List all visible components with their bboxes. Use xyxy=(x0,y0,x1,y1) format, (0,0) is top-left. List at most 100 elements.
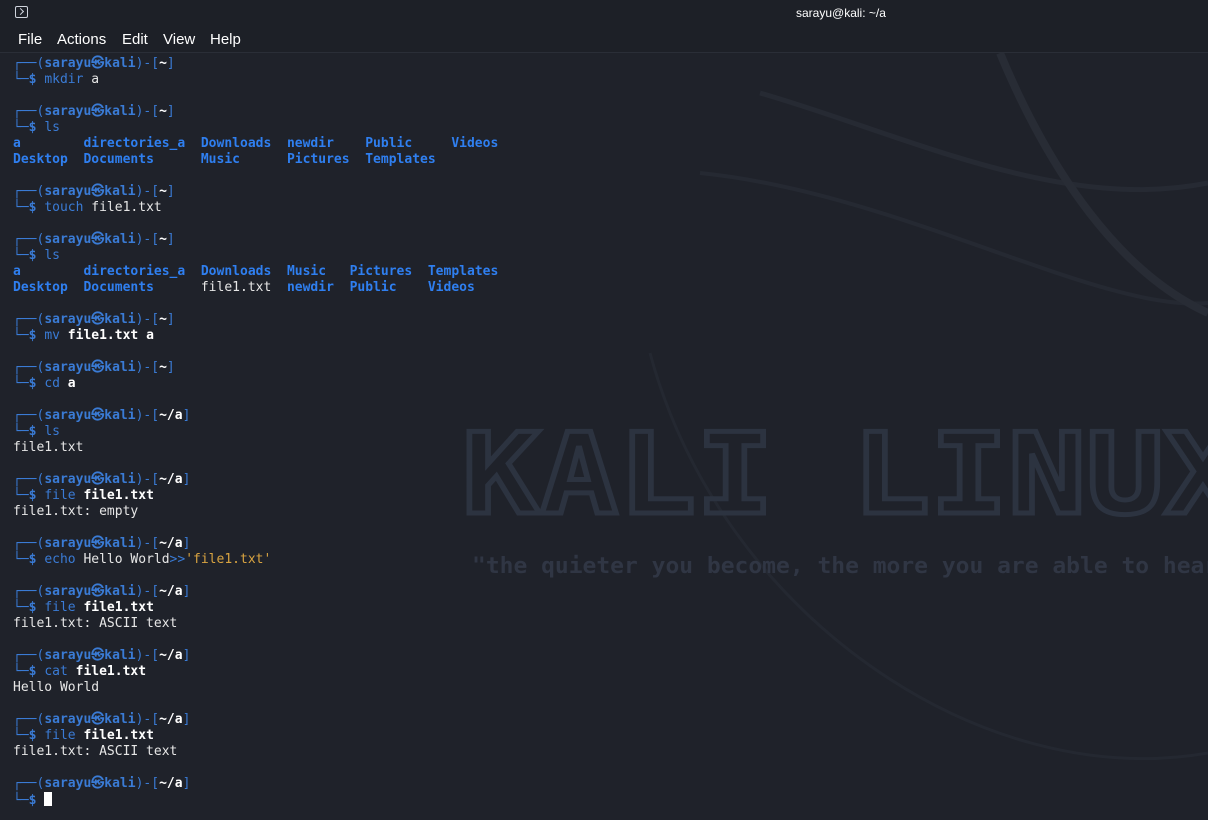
command-token: >> xyxy=(169,552,186,567)
output-text: file1.txt: ASCII text xyxy=(13,616,178,631)
prompt-frame: └─ xyxy=(13,600,29,615)
prompt-line: ┌──(sarayu㉿kali)-[~] xyxy=(13,184,1193,200)
command-token: file xyxy=(44,728,76,743)
ls-entry: Documents xyxy=(83,280,201,295)
prompt-directory: ~ xyxy=(159,184,167,199)
ls-entry: Desktop xyxy=(13,280,84,295)
ls-entry: Documents xyxy=(83,152,201,167)
ls-output-row: a directories_a Downloads Music Pictures… xyxy=(13,264,1193,280)
output-line: file1.txt: ASCII text xyxy=(13,616,1193,632)
output-text: file1.txt: empty xyxy=(13,504,139,519)
prompt-frame: )-[ xyxy=(135,104,160,119)
prompt-dollar: $ xyxy=(28,328,45,343)
ls-entry: Videos xyxy=(427,280,475,295)
prompt-dollar: $ xyxy=(28,72,45,87)
menu-file[interactable]: File xyxy=(18,31,42,48)
ls-entry: Templates xyxy=(365,152,436,167)
ls-entry: newdir xyxy=(286,280,350,295)
prompt-frame: └─ xyxy=(13,664,29,679)
command-token: echo xyxy=(44,552,76,567)
prompt-dollar: $ xyxy=(28,664,45,679)
command-line: └─$ mv file1.txt a xyxy=(13,328,1193,344)
prompt-frame: ┌──( xyxy=(13,104,45,119)
prompt-frame: ] xyxy=(182,648,191,663)
prompt-frame: ┌──( xyxy=(13,712,45,727)
prompt-directory: ~ xyxy=(159,104,167,119)
prompt-dollar: $ xyxy=(28,200,45,215)
prompt-frame: └─ xyxy=(13,728,29,743)
ls-entry: file1.txt xyxy=(200,280,287,295)
prompt-directory: ~/a xyxy=(159,776,183,791)
ls-entry: Music xyxy=(200,152,287,167)
command-line: └─$ cat file1.txt xyxy=(13,664,1193,680)
prompt-frame: )-[ xyxy=(135,536,160,551)
prompt-frame: )-[ xyxy=(135,184,160,199)
prompt-frame: ] xyxy=(166,312,175,327)
command-token: cd xyxy=(44,376,60,391)
command-line: └─$ ls xyxy=(13,248,1193,264)
command-line: └─$ file file1.txt xyxy=(13,488,1193,504)
command-token: file1.txt xyxy=(83,200,162,215)
prompt-frame: )-[ xyxy=(135,584,160,599)
prompt-frame: ] xyxy=(182,712,191,727)
ls-entry: Templates xyxy=(427,264,499,279)
command-line: └─$ file file1.txt xyxy=(13,728,1193,744)
ls-output-row: Desktop Documents file1.txt newdir Publi… xyxy=(13,280,1193,296)
command-line: └─$ file file1.txt xyxy=(13,600,1193,616)
prompt-user-host: sarayu㉿kali xyxy=(44,104,136,119)
text-cursor[interactable] xyxy=(44,792,53,806)
prompt-frame: ┌──( xyxy=(13,536,45,551)
prompt-line: ┌──(sarayu㉿kali)-[~] xyxy=(13,56,1193,72)
prompt-frame: ] xyxy=(182,472,191,487)
terminal-output[interactable]: ┌──(sarayu㉿kali)-[~] └─$ mkdir a ┌──(sara… xyxy=(13,56,1193,808)
prompt-frame: ] xyxy=(166,104,175,119)
prompt-user-host: sarayu㉿kali xyxy=(44,184,136,199)
command-token: file1.txt xyxy=(83,728,154,743)
ls-entry: Downloads xyxy=(200,264,287,279)
ls-entry: a xyxy=(13,264,84,279)
prompt-frame: ┌──( xyxy=(13,776,45,791)
ls-output-row: Desktop Documents Music Pictures Templat… xyxy=(13,152,1193,168)
prompt-line: ┌──(sarayu㉿kali)-[~] xyxy=(13,104,1193,120)
command-line: └─$ mkdir a xyxy=(13,72,1193,88)
prompt-frame: ] xyxy=(166,184,175,199)
output-text: file1.txt xyxy=(13,440,84,455)
prompt-frame: ┌──( xyxy=(13,232,45,247)
prompt-frame: )-[ xyxy=(135,648,160,663)
menu-edit[interactable]: Edit xyxy=(122,31,148,48)
menu-view[interactable]: View xyxy=(163,31,195,48)
command-line: └─$ cd a xyxy=(13,376,1193,392)
prompt-dollar: $ xyxy=(28,552,45,567)
prompt-frame: ┌──( xyxy=(13,360,45,375)
command-token xyxy=(68,664,76,679)
prompt-line: ┌──(sarayu㉿kali)-[~/a] xyxy=(13,584,1193,600)
prompt-user-host: sarayu㉿kali xyxy=(44,584,136,599)
prompt-frame: ] xyxy=(182,776,191,791)
menu-actions[interactable]: Actions xyxy=(57,31,106,48)
prompt-directory: ~/a xyxy=(159,408,183,423)
command-line: └─$ echo Hello World>>'file1.txt' xyxy=(13,552,1193,568)
command-token: file1.txt xyxy=(83,488,154,503)
ls-entry: Public xyxy=(365,136,452,151)
prompt-frame: ┌──( xyxy=(13,184,45,199)
prompt-dollar: $ xyxy=(28,376,45,391)
prompt-frame: ] xyxy=(166,360,175,375)
prompt-frame: └─ xyxy=(13,200,29,215)
prompt-frame: └─ xyxy=(13,376,29,391)
prompt-directory: ~/a xyxy=(159,712,183,727)
prompt-frame: ] xyxy=(182,408,191,423)
prompt-dollar: $ xyxy=(28,424,45,439)
prompt-frame: )-[ xyxy=(135,312,160,327)
command-token xyxy=(138,328,146,343)
prompt-line: ┌──(sarayu㉿kali)-[~] xyxy=(13,232,1193,248)
menu-help[interactable]: Help xyxy=(210,31,241,48)
